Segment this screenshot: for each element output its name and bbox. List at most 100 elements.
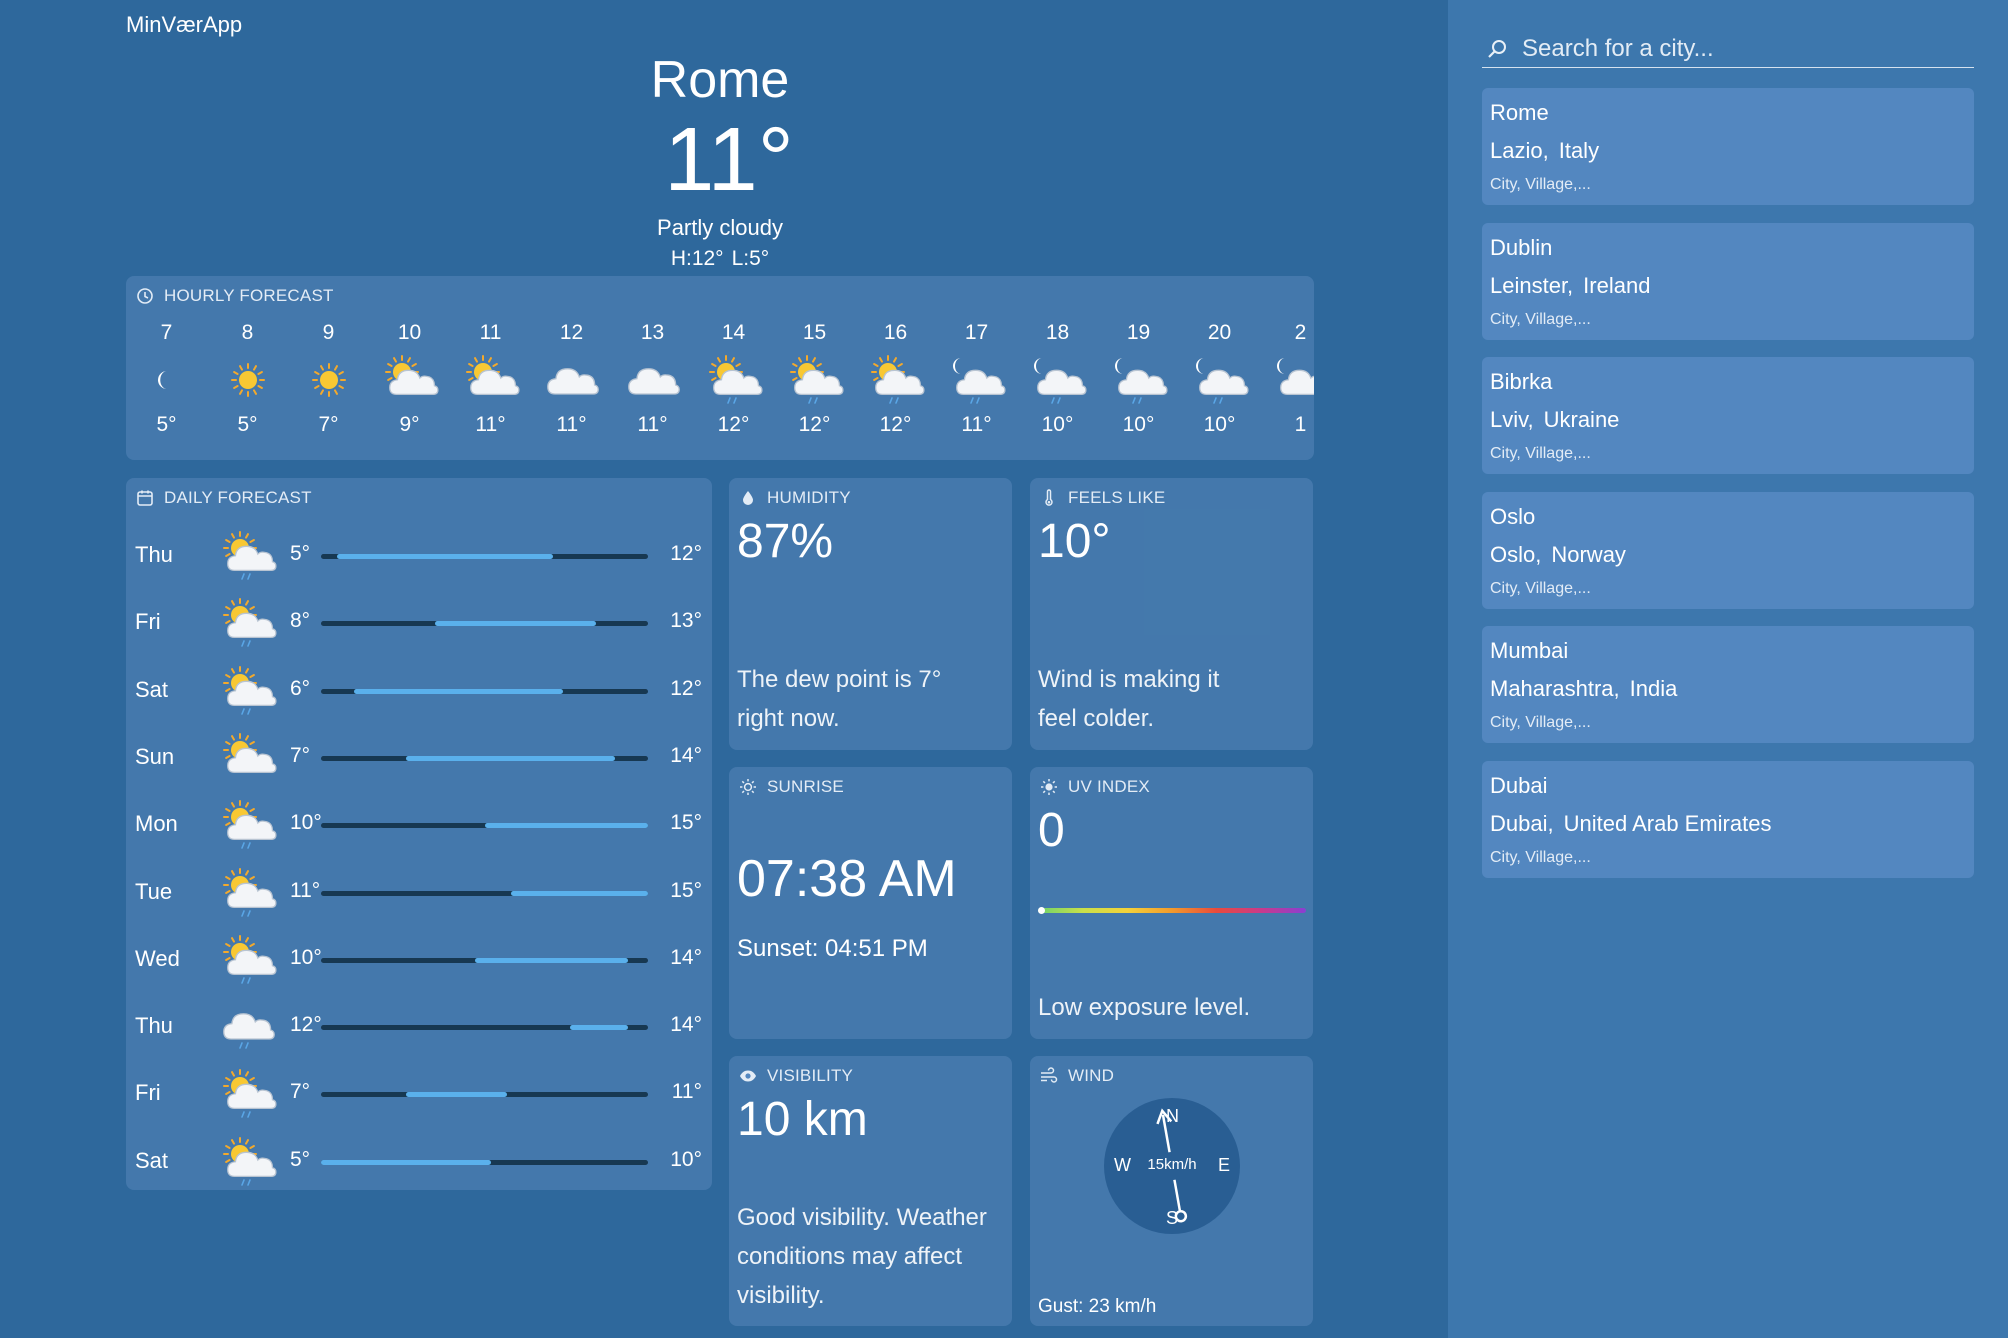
sun-cloud-rain-icon <box>218 663 278 719</box>
moon-icon <box>137 352 197 408</box>
feels-like-desc-line1: Wind is making it <box>1038 666 1220 693</box>
city-region-line: Oslo, Norway <box>1490 542 1626 568</box>
needle-tail-line <box>1173 1179 1182 1212</box>
wind-header-label: WIND <box>1068 1066 1115 1085</box>
daily-row: Fri 7° 11° <box>126 1060 712 1127</box>
daily-row: Wed 10° 14° <box>126 926 712 993</box>
hour-temp: 5° <box>237 413 258 436</box>
current-city: Rome <box>650 51 790 109</box>
high-low: H:12° L:5° <box>560 244 880 274</box>
visibility-tile: VISIBILITY 10 km Good visibility. Weathe… <box>729 1056 1012 1326</box>
hour-temp: 1 <box>1294 413 1307 436</box>
city-result-card[interactable]: Dublin Leinster, Ireland City, Village,..… <box>1482 222 1974 340</box>
hourly-item: 11 11° <box>450 320 531 438</box>
daily-row: Thu 5° 12° <box>126 522 712 589</box>
hourly-list[interactable]: 7 5° 8 5° 9 7° 10 9° 11 11° 12 11° 13 11° 14 12… <box>126 320 1314 438</box>
day-name: Mon <box>135 811 178 837</box>
app-title: MinVærApp <box>126 12 243 37</box>
hourly-item: 14 12° <box>693 320 774 438</box>
uv-desc: Low exposure level. <box>1038 994 1251 1021</box>
temp-range-fill <box>353 688 563 694</box>
city-result-card[interactable]: Mumbai Maharashtra, India City, Village,.… <box>1482 626 1974 743</box>
day-name: Sat <box>135 1147 169 1173</box>
hour-label: 14 <box>721 321 746 344</box>
hour-temp: 10° <box>1203 413 1236 436</box>
sunrise-tile: SUNRISE 07:38 AM Sunset: 04:51 PM <box>729 767 1012 1039</box>
wind-header: WIND <box>1040 1066 1114 1086</box>
day-low: 6° <box>290 676 311 700</box>
day-low: 12° <box>290 1013 322 1037</box>
wind-gust: Gust: 23 km/h <box>1038 1296 1157 1317</box>
hourly-item: 19 10° <box>1098 320 1179 438</box>
city-search-input[interactable] <box>1522 34 1974 63</box>
sun-cloud-rain-icon <box>218 797 278 853</box>
day-low: 5° <box>290 542 311 565</box>
hour-temp: 10° <box>1122 413 1155 436</box>
visibility-desc-line2: conditions may affect <box>737 1243 963 1270</box>
hourly-item: 12 11° <box>531 320 612 438</box>
city-country: Ireland <box>1583 272 1651 298</box>
feels-like-value: 10° <box>1038 515 1111 568</box>
temp-range-fill <box>406 1092 508 1098</box>
city-result-card[interactable]: Dubai Dubai, United Arab Emirates City, V… <box>1482 760 1974 878</box>
visibility-desc-line3: visibility. <box>737 1282 825 1309</box>
sun-icon <box>740 779 756 795</box>
uv-value: 0 <box>1038 804 1065 857</box>
daily-row: Sat 6° 12° <box>126 657 712 724</box>
high-temp: H:12° <box>670 247 724 270</box>
temp-range-fill <box>406 755 616 761</box>
uv-scale-bar <box>1038 908 1306 913</box>
city-type: City, Village,... <box>1490 310 1591 328</box>
hour-temp: 12° <box>798 413 831 436</box>
hour-label: 16 <box>883 321 908 344</box>
day-low: 10° <box>290 945 322 969</box>
day-high: 14° <box>670 945 702 969</box>
city-region-line: Dubai, United Arab Emirates <box>1490 811 1771 837</box>
city-result-card[interactable]: Bibrka Lviv, Ukraine City, Village,... <box>1482 357 1974 474</box>
city-name: Rome <box>1490 100 1549 125</box>
city-result-card[interactable]: Oslo Oslo, Norway City, Village,... <box>1482 491 1974 609</box>
daily-header: DAILY FORECAST <box>136 488 312 508</box>
day-high: 12° <box>670 542 702 565</box>
sun-cloud-rain-icon <box>785 352 845 408</box>
temp-range-fill <box>337 554 554 559</box>
uv-level-indicator <box>1038 907 1045 914</box>
temp-range-fill <box>321 1159 492 1165</box>
hour-label: 9 <box>322 321 335 344</box>
humidity-desc-line2: right now. <box>737 705 840 732</box>
search-bar <box>1482 30 1974 68</box>
hourly-header: HOURLY FORECAST <box>136 286 334 306</box>
hour-temp: 9° <box>399 413 420 436</box>
temp-range-track <box>321 1092 648 1098</box>
day-high: 14° <box>670 1013 702 1037</box>
hour-temp: 11° <box>637 413 668 436</box>
hour-temp: 11° <box>556 413 587 436</box>
day-high: 15° <box>670 878 702 902</box>
hourly-item: 8 5° <box>207 320 288 438</box>
temp-range-track <box>321 755 648 761</box>
moon-cloud-rain-icon <box>1028 352 1088 408</box>
sun-cloud-rain-icon <box>218 1066 278 1122</box>
temp-range-track <box>321 621 648 627</box>
day-high: 13° <box>670 609 702 633</box>
day-low: 10° <box>290 811 322 835</box>
sunrise-time: 07:38 AM <box>737 850 957 908</box>
humidity-desc-line1: The dew point is 7° <box>737 666 942 693</box>
visibility-header: VISIBILITY <box>739 1066 853 1086</box>
city-country: Italy <box>1558 138 1600 163</box>
city-result-card[interactable]: Rome Lazio, Italy City, Village,... <box>1482 88 1974 205</box>
humidity-header: HUMIDITY <box>739 488 851 508</box>
city-region-line: Lviv, Ukraine <box>1490 407 1619 433</box>
hourly-forecast-panel: HOURLY FORECAST 7 5° 8 5° 9 7° 10 9° 11 11° 1… <box>126 276 1314 460</box>
hourly-item: 18 10° <box>1017 320 1098 438</box>
city-region-line: Leinster, Ireland <box>1490 273 1650 299</box>
sunset-time: Sunset: 04:51 PM <box>737 935 928 962</box>
moon-cloud-icon <box>1271 352 1314 408</box>
daily-row: Mon 10° 15° <box>126 791 712 858</box>
visibility-header-label: VISIBILITY <box>767 1066 854 1085</box>
feels-like-tile: FEELS LIKE 10° Wind is making it feel co… <box>1030 478 1313 750</box>
sun-icon <box>218 352 278 408</box>
eye-icon <box>740 1070 756 1082</box>
hourly-item: 9 7° <box>288 320 369 438</box>
sun-cloud-rain-icon <box>704 352 764 408</box>
